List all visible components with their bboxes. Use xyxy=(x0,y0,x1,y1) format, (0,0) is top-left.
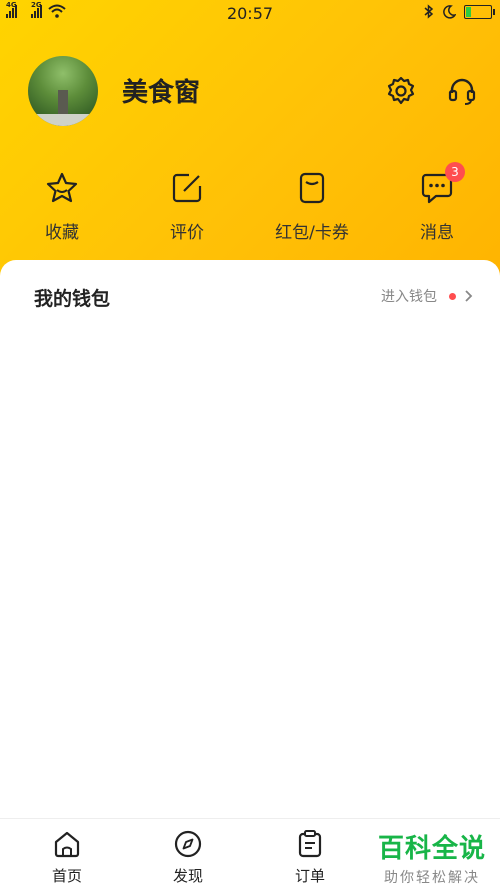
wallet-card: 我的钱包 进入钱包 xyxy=(0,260,500,820)
profile-header: 4G 2G 20:57 美食窗 收藏 评价 红包/卡券 3 消息 xyxy=(0,0,500,300)
quick-favorites-label: 收藏 xyxy=(45,223,79,243)
enter-wallet-link[interactable]: 进入钱包 xyxy=(381,286,474,306)
quick-coupons-label: 红包/卡券 xyxy=(275,223,349,243)
enter-wallet-label: 进入钱包 xyxy=(381,289,437,305)
watermark-title: 百科全说 xyxy=(377,834,486,864)
wallet-title: 我的钱包 xyxy=(34,288,111,310)
quick-messages[interactable]: 3 消息 xyxy=(387,162,487,243)
status-bar: 4G 2G 20:57 xyxy=(0,0,500,26)
gear-icon xyxy=(387,76,415,105)
coupon-icon xyxy=(299,172,325,204)
quick-favorites[interactable]: 收藏 xyxy=(12,168,112,243)
quick-reviews[interactable]: 评价 xyxy=(137,168,237,243)
orders-icon xyxy=(298,830,322,858)
battery-icon xyxy=(464,4,495,19)
username[interactable]: 美食窗 xyxy=(122,72,200,109)
moon-icon xyxy=(443,4,456,19)
tab-discover[interactable]: 发现 xyxy=(148,829,228,886)
star-icon xyxy=(46,172,78,203)
quick-coupons[interactable]: 红包/卡券 xyxy=(262,168,362,243)
compass-icon xyxy=(174,830,202,858)
notification-dot xyxy=(449,292,456,300)
watermark-subtitle: 助你轻松解决 xyxy=(383,870,480,886)
home-icon xyxy=(54,831,80,858)
settings-button[interactable] xyxy=(383,73,419,109)
avatar[interactable] xyxy=(28,56,98,126)
customer-service-button[interactable] xyxy=(444,73,480,109)
tab-discover-label: 发现 xyxy=(172,867,203,885)
chevron-right-icon xyxy=(465,290,473,302)
tab-home-label: 首页 xyxy=(51,867,82,885)
tab-home[interactable]: 首页 xyxy=(27,829,107,886)
tab-orders-label: 订单 xyxy=(294,867,325,885)
tab-orders[interactable]: 订单 xyxy=(270,829,350,886)
headset-icon xyxy=(448,78,476,105)
edit-icon xyxy=(172,173,202,203)
quick-messages-label: 消息 xyxy=(420,223,454,243)
quick-reviews-label: 评价 xyxy=(170,223,204,243)
bluetooth-icon xyxy=(424,4,434,19)
watermark: 百科全说 助你轻松解决 xyxy=(378,828,486,887)
message-badge: 3 xyxy=(445,162,465,182)
